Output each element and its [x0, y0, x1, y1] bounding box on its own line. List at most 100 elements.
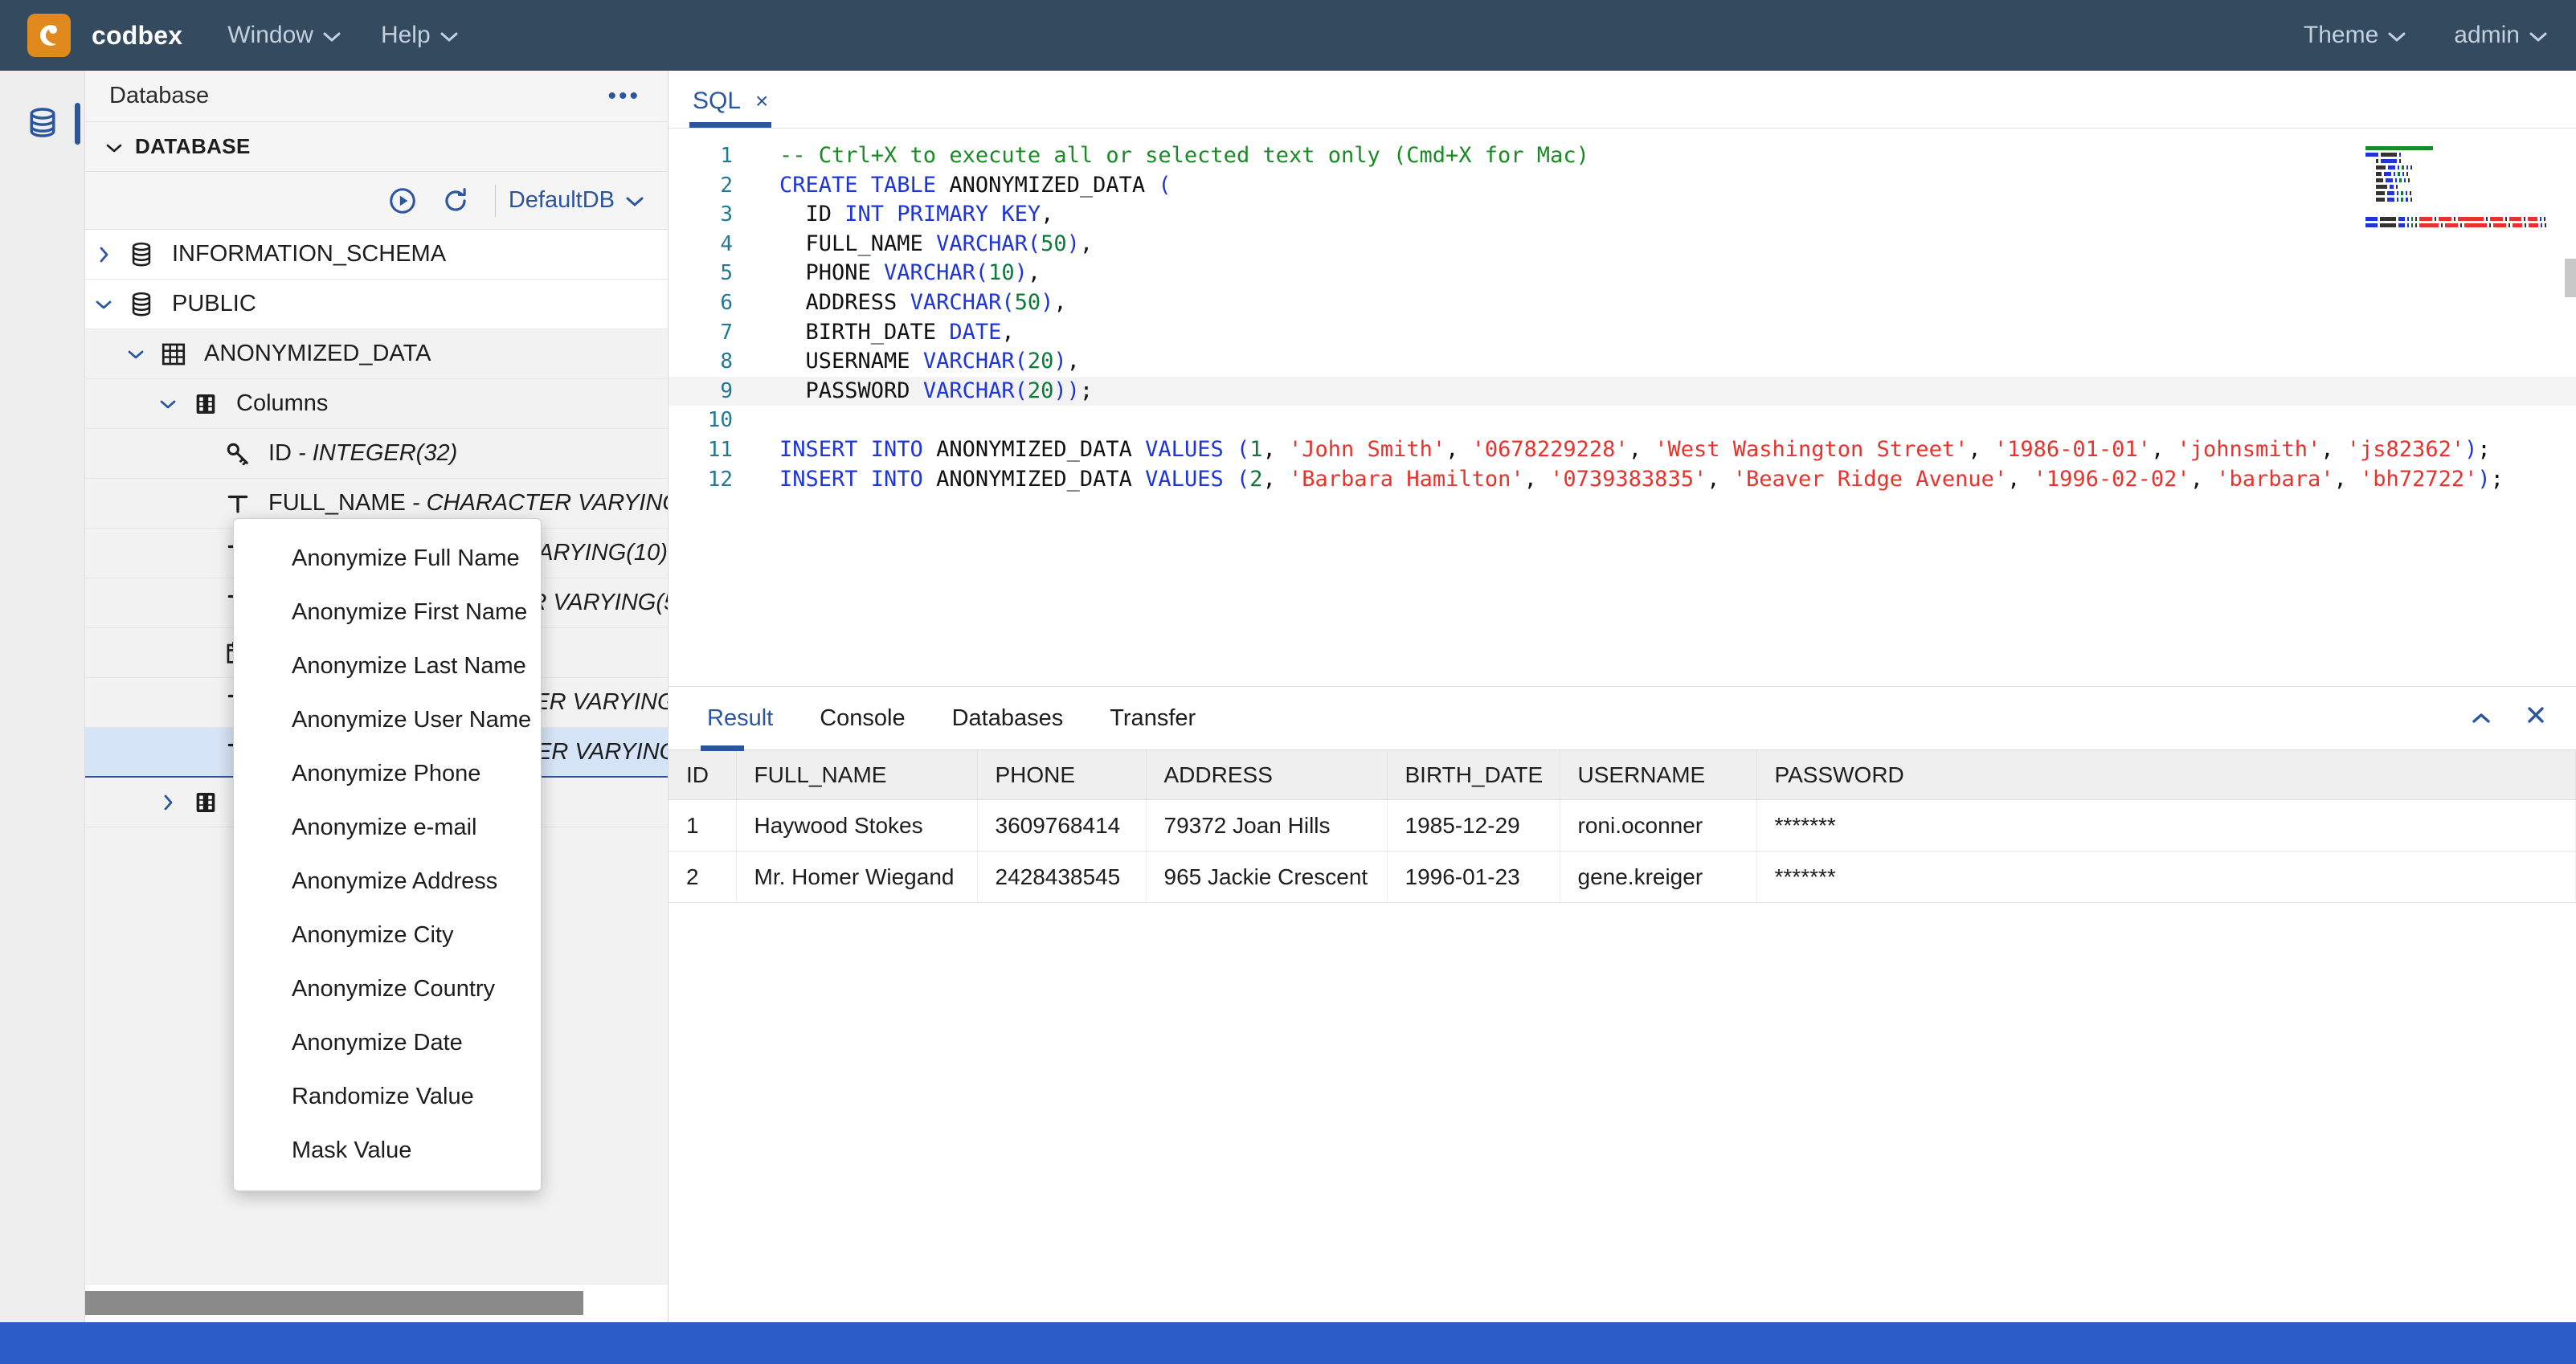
tree-item-anonymized_data[interactable]: ANONYMIZED_DATA [85, 329, 668, 379]
context-menu-item-anonymize-city[interactable]: Anonymize City [234, 909, 541, 962]
table-cell[interactable]: 1996-01-23 [1387, 851, 1560, 903]
activity-item-database[interactable] [0, 85, 85, 162]
tab-sql[interactable]: SQL × [669, 71, 792, 128]
close-icon[interactable]: × [755, 88, 768, 114]
scrollbar-thumb[interactable] [85, 1291, 583, 1315]
minimap-token [2401, 191, 2403, 195]
menu-help[interactable]: Help [379, 17, 460, 54]
tab-result[interactable]: Result [701, 694, 776, 751]
chevron-right-icon[interactable] [85, 246, 122, 263]
code-line[interactable]: 9 PASSWORD VARCHAR(20)); [669, 376, 2576, 406]
minimap-token [2486, 217, 2488, 221]
tab-databases[interactable]: Databases [949, 694, 1067, 743]
brand-title: codbex [92, 20, 183, 50]
collapse-icon[interactable] [2470, 705, 2492, 732]
table-cell[interactable]: 1985-12-29 [1387, 799, 1560, 851]
table-cell[interactable]: gene.kreiger [1560, 851, 1757, 903]
table-cell[interactable]: Mr. Homer Wiegand [736, 851, 978, 903]
column-header-birth_date[interactable]: BIRTH_DATE [1387, 749, 1560, 800]
table-cell[interactable]: 2428438545 [977, 851, 1147, 903]
result-grid[interactable]: ID FULL_NAME PHONE ADDRESS BIRTH_DATE USERNAM… [669, 749, 2576, 903]
table-cell[interactable]: 1 [669, 799, 737, 851]
chevron-down-icon[interactable] [149, 398, 186, 410]
table-row[interactable]: 1 Haywood Stokes 3609768414 79372 Joan Hill… [669, 799, 2576, 851]
menu-theme[interactable]: Theme [2302, 17, 2407, 54]
tree-item-columns[interactable]: Columns [85, 379, 668, 429]
code-line[interactable]: 3 ID INT PRIMARY KEY, [669, 200, 2576, 230]
table-cell[interactable]: roni.oconner [1560, 799, 1757, 851]
sidebar-section-database[interactable]: DATABASE [85, 122, 668, 172]
table-cell[interactable]: 3609768414 [977, 799, 1147, 851]
close-icon[interactable] [2525, 704, 2547, 733]
column-header-full_name[interactable]: FULL_NAME [736, 749, 978, 800]
context-menu-item-randomize-value[interactable]: Randomize Value [234, 1070, 541, 1124]
context-menu-item-anonymize-phone[interactable]: Anonymize Phone [234, 747, 541, 801]
minimap-token [2365, 146, 2433, 150]
code-line[interactable]: 2 CREATE TABLE ANONYMIZED_DATA ( [669, 171, 2576, 201]
code-line[interactable]: 12 INSERT INTO ANONYMIZED_DATA VALUES (2,… [669, 465, 2576, 495]
menu-user-admin[interactable]: admin [2452, 17, 2549, 54]
context-menu-item-anonymize-full-name[interactable]: Anonymize Full Name [234, 532, 541, 586]
table-cell[interactable]: 79372 Joan Hills [1146, 799, 1388, 851]
column-header-id[interactable]: ID [669, 749, 737, 800]
code-line[interactable]: 7 BIRTH_DATE DATE, [669, 318, 2576, 348]
tab-transfer[interactable]: Transfer [1106, 694, 1199, 743]
context-menu-anonymize[interactable]: Anonymize Full Name Anonymize First Name A… [233, 518, 542, 1191]
refresh-icon [445, 187, 466, 211]
minimap-token [2376, 185, 2387, 189]
sidebar-horizontal-scrollbar[interactable] [85, 1284, 668, 1322]
tree-item-id[interactable]: ID - INTEGER(32) [85, 429, 668, 479]
editor-minimap[interactable] [2365, 146, 2566, 230]
code-token: , [1523, 466, 1551, 492]
chevron-down-icon[interactable] [117, 349, 154, 360]
result-grid-body[interactable]: 1 Haywood Stokes 3609768414 79372 Joan Hill… [669, 799, 2576, 903]
context-menu-item-mask-value[interactable]: Mask Value [234, 1124, 541, 1178]
minimap-token [2399, 159, 2401, 163]
table-cell[interactable]: 2 [669, 851, 737, 903]
context-menu-item-anonymize-address[interactable]: Anonymize Address [234, 855, 541, 909]
minimap-line [2365, 178, 2566, 182]
minimap-token [2407, 223, 2409, 227]
column-header-password[interactable]: PASSWORD [1756, 749, 2576, 800]
code-line[interactable]: 8 USERNAME VARCHAR(20), [669, 347, 2576, 377]
sql-editor[interactable]: 1 -- Ctrl+X to execute all or selected te… [669, 129, 2576, 686]
context-menu-item-anonymize-user-name[interactable]: Anonymize User Name [234, 693, 541, 747]
sidebar-overflow-icon[interactable]: ••• [607, 84, 640, 108]
table-cell[interactable]: ******* [1756, 851, 2576, 903]
column-header-phone[interactable]: PHONE [977, 749, 1147, 800]
code-line[interactable]: 1 -- Ctrl+X to execute all or selected te… [669, 141, 2576, 171]
menu-window[interactable]: Window [226, 17, 342, 54]
table-cell[interactable]: Haywood Stokes [736, 799, 978, 851]
refresh-button[interactable] [429, 174, 482, 227]
sql-code-content[interactable]: 1 -- Ctrl+X to execute all or selected te… [669, 129, 2576, 494]
context-menu-item-anonymize-date[interactable]: Anonymize Date [234, 1016, 541, 1070]
code-line[interactable]: 11 INSERT INTO ANONYMIZED_DATA VALUES (1,… [669, 435, 2576, 465]
code-line[interactable]: 5 PHONE VARCHAR(10), [669, 259, 2576, 288]
tree-item-information_schema[interactable]: INFORMATION_SCHEMA [85, 230, 668, 280]
code-line[interactable]: 6 ADDRESS VARCHAR(50), [669, 288, 2576, 318]
context-menu-item-anonymize-country[interactable]: Anonymize Country [234, 962, 541, 1016]
context-menu-item-anonymize-first-name[interactable]: Anonymize First Name [234, 586, 541, 639]
code-line[interactable]: 10 [669, 406, 2576, 435]
menu-user-label: admin [2454, 22, 2520, 48]
context-menu-item-anonymize-last-name[interactable]: Anonymize Last Name [234, 639, 541, 693]
run-query-button[interactable] [376, 174, 429, 227]
scrollbar-thumb[interactable] [2565, 259, 2576, 297]
context-menu-item-anonymize-e-mail[interactable]: Anonymize e-mail [234, 801, 541, 855]
table-row[interactable]: 2 Mr. Homer Wiegand 2428438545 965 Jackie C… [669, 851, 2576, 903]
column-header-address[interactable]: ADDRESS [1146, 749, 1388, 800]
code-token: 'barbara' [2216, 466, 2334, 492]
datasource-select[interactable]: DefaultDB [509, 187, 644, 214]
column-header-username[interactable]: USERNAME [1560, 749, 1757, 800]
table-cell[interactable]: 965 Jackie Crescent [1146, 851, 1388, 903]
editor-vertical-scrollbar[interactable] [2565, 129, 2576, 686]
table-cell[interactable]: ******* [1756, 799, 2576, 851]
chevron-down-icon[interactable] [85, 299, 122, 310]
code-token: )) [1053, 378, 1080, 403]
code-line[interactable]: 4 FULL_NAME VARCHAR(50), [669, 230, 2576, 259]
tab-console[interactable]: Console [816, 694, 908, 743]
tree-item-public[interactable]: PUBLIC [85, 280, 668, 329]
database-icon [122, 241, 161, 268]
tab-label: Transfer [1110, 704, 1196, 731]
chevron-right-icon[interactable] [149, 794, 186, 811]
